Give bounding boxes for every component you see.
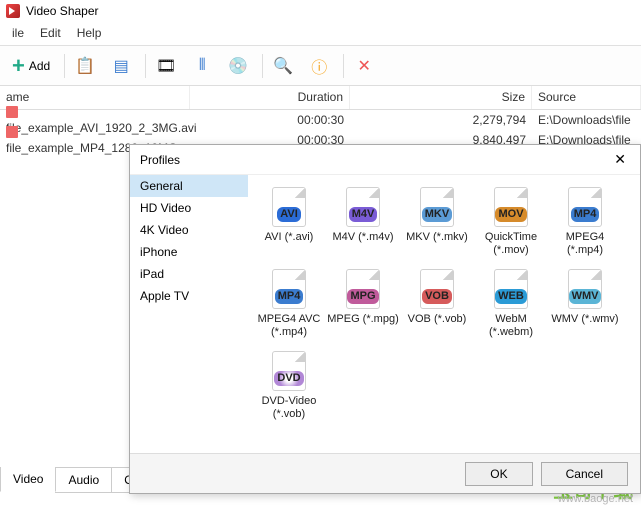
equalizer-icon: ⫴: [192, 56, 212, 76]
format-label: WMV (*.wmv): [551, 313, 618, 326]
format-label: WebM (*.webm): [474, 313, 548, 339]
close-button[interactable]: ✕: [610, 151, 630, 168]
separator: [64, 54, 65, 78]
burn-button[interactable]: 💿: [222, 52, 254, 80]
delete-button[interactable]: ✕: [348, 52, 380, 80]
formats-grid: AVI AVI (*.avi) M4V M4V (*.m4v) MKV MKV (*.mk…: [248, 175, 640, 453]
sidebar-item-appletv[interactable]: Apple TV: [130, 285, 248, 307]
format-item[interactable]: M4V M4V (*.m4v): [326, 183, 400, 261]
format-label: MPEG (*.mpg): [327, 313, 399, 326]
separator: [145, 54, 146, 78]
format-item[interactable]: AVI AVI (*.avi): [252, 183, 326, 261]
col-source[interactable]: Source: [532, 86, 641, 109]
format-label: MPEG4 (*.mp4): [548, 231, 622, 257]
sidebar-item-4kvideo[interactable]: 4K Video: [130, 219, 248, 241]
info-button[interactable]: ⓘ: [303, 52, 335, 80]
sidebar-item-ipad[interactable]: iPad: [130, 263, 248, 285]
layout-button[interactable]: ▤: [105, 52, 137, 80]
dialog-title: Profiles: [140, 153, 180, 167]
separator: [343, 54, 344, 78]
col-size[interactable]: Size: [350, 86, 532, 109]
titlebar: Video Shaper: [0, 0, 641, 22]
menu-help[interactable]: Help: [69, 24, 110, 43]
paste-button[interactable]: 📋: [69, 52, 101, 80]
format-label: M4V (*.m4v): [332, 231, 393, 244]
disc-burn-icon: 💿: [228, 56, 248, 76]
format-label: DVD-Video (*.vob): [252, 395, 326, 421]
video-file-icon: [6, 106, 18, 118]
file-type-icon: WEB: [494, 269, 528, 309]
dialog-titlebar: Profiles ✕: [130, 145, 640, 174]
film-icon: 🎞: [156, 56, 176, 76]
plus-icon: +: [12, 53, 25, 79]
delete-icon: ✕: [354, 56, 374, 76]
format-label: VOB (*.vob): [408, 313, 467, 326]
file-type-icon: AVI: [272, 187, 306, 227]
layout-icon: ▤: [111, 56, 131, 76]
file-type-icon: DVD: [272, 351, 306, 391]
file-type-icon: M4V: [346, 187, 380, 227]
clipboard-icon: 📋: [75, 56, 95, 76]
format-item[interactable]: MP4 MPEG4 AVC (*.mp4): [252, 265, 326, 343]
file-type-icon: MP4: [568, 187, 602, 227]
format-item[interactable]: WMV WMV (*.wmv): [548, 265, 622, 343]
menubar: ile Edit Help: [0, 22, 641, 46]
profiles-sidebar: General HD Video 4K Video iPhone iPad Ap…: [130, 175, 248, 453]
separator: [262, 54, 263, 78]
info-icon: ⓘ: [309, 56, 329, 76]
format-item[interactable]: MOV QuickTime (*.mov): [474, 183, 548, 261]
format-item[interactable]: MPG MPEG (*.mpg): [326, 265, 400, 343]
dialog-footer: OK Cancel: [130, 453, 640, 493]
tab-video[interactable]: Video: [0, 467, 56, 492]
sidebar-item-hdvideo[interactable]: HD Video: [130, 197, 248, 219]
file-type-icon: VOB: [420, 269, 454, 309]
sidebar-item-general[interactable]: General: [130, 175, 248, 197]
app-icon: [6, 4, 20, 18]
equalizer-button[interactable]: ⫴: [186, 52, 218, 80]
ok-button[interactable]: OK: [465, 462, 532, 486]
format-label: QuickTime (*.mov): [474, 231, 548, 257]
menu-file[interactable]: ile: [4, 24, 32, 43]
format-item[interactable]: MKV MKV (*.mkv): [400, 183, 474, 261]
tab-audio[interactable]: Audio: [55, 468, 112, 493]
video-file-icon: [6, 126, 18, 138]
file-type-icon: MP4: [272, 269, 306, 309]
format-label: AVI (*.avi): [265, 231, 314, 244]
format-label: MPEG4 AVC (*.mp4): [252, 313, 326, 339]
format-item[interactable]: VOB VOB (*.vob): [400, 265, 474, 343]
search-icon: 🔍: [273, 56, 293, 76]
format-item[interactable]: MP4 MPEG4 (*.mp4): [548, 183, 622, 261]
search-button[interactable]: 🔍: [267, 52, 299, 80]
profiles-dialog: Profiles ✕ General HD Video 4K Video iPh…: [129, 144, 641, 494]
format-item[interactable]: WEB WebM (*.webm): [474, 265, 548, 343]
watermark-url: www.baoge.net: [558, 493, 633, 505]
file-type-icon: MOV: [494, 187, 528, 227]
file-type-icon: MKV: [420, 187, 454, 227]
format-label: MKV (*.mkv): [406, 231, 468, 244]
add-button[interactable]: + Add: [6, 49, 56, 83]
format-item[interactable]: DVD DVD-Video (*.vob): [252, 347, 326, 425]
sidebar-item-iphone[interactable]: iPhone: [130, 241, 248, 263]
col-duration[interactable]: Duration: [190, 86, 350, 109]
file-type-icon: WMV: [568, 269, 602, 309]
cancel-button[interactable]: Cancel: [541, 462, 628, 486]
menu-edit[interactable]: Edit: [32, 24, 69, 43]
film-button[interactable]: 🎞: [150, 52, 182, 80]
file-type-icon: MPG: [346, 269, 380, 309]
toolbar: + Add 📋 ▤ 🎞 ⫴ 💿 🔍 ⓘ ✕: [0, 46, 641, 86]
app-title: Video Shaper: [26, 4, 99, 18]
